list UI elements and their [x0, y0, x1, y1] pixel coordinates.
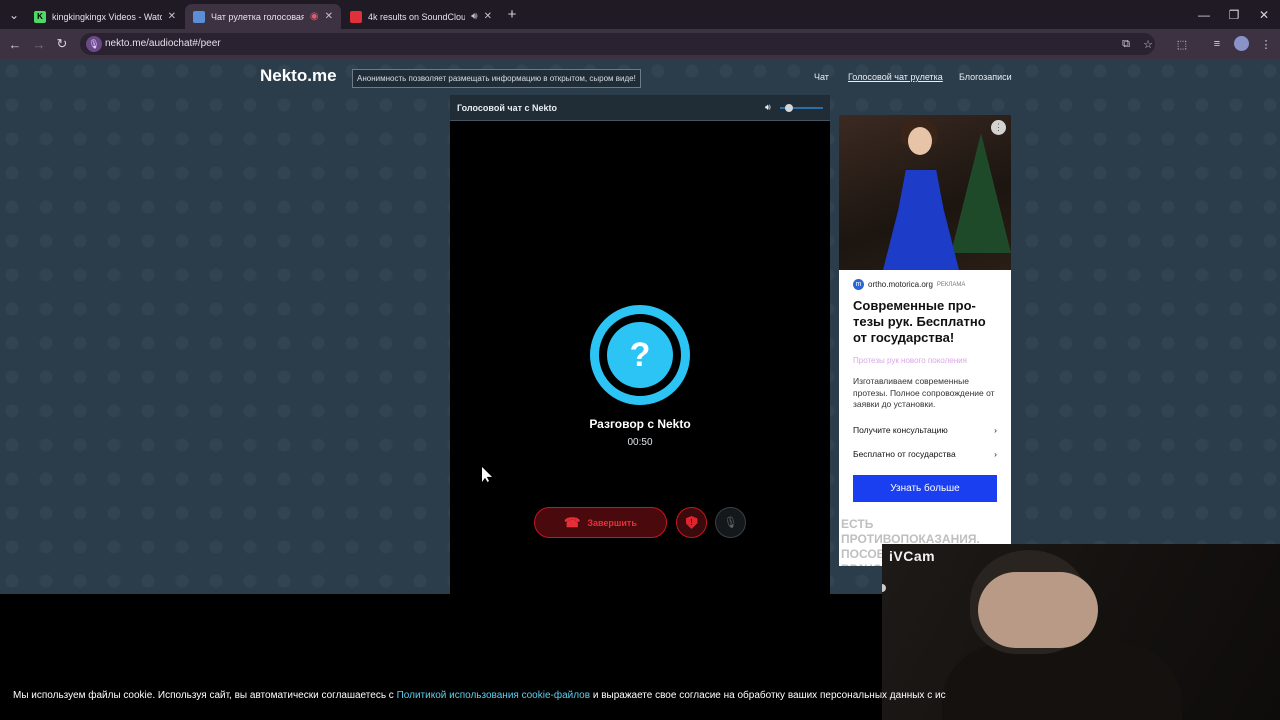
cast-icon[interactable]: ⧉	[1118, 36, 1134, 52]
nav-blog[interactable]: Блогозаписи	[959, 72, 1012, 82]
ad-image[interactable]	[839, 115, 1011, 270]
advertisement[interactable]: ⋮ m ortho.motorica.org РЕКЛАМА Современн…	[839, 115, 1011, 566]
tab-kingkingkingx[interactable]: K kingkingkingx Videos - Watch ✕	[26, 4, 184, 29]
ad-link-free[interactable]: Бесплатно от государства ›	[853, 449, 997, 459]
ad-headline[interactable]: Современные про-тезы рук. Бесплатно от г…	[853, 298, 1003, 346]
speaker-icon: 🔊︎	[471, 11, 478, 22]
cookie-policy-link[interactable]: Политикой использования cookie-файлов	[397, 690, 590, 701]
microphone-icon: 🎙︎	[723, 517, 738, 529]
cookie-text: Мы используем файлы cookie. Используя са…	[13, 690, 946, 701]
question-mark-icon: ?	[607, 322, 673, 388]
ad-tag: РЕКЛАМА	[936, 281, 966, 288]
media-controls-icon[interactable]: ≡	[1209, 36, 1225, 52]
window-close-icon[interactable]: ✕	[1256, 0, 1272, 29]
nekto-favicon-icon	[193, 10, 205, 23]
chevron-right-icon: ›	[994, 449, 997, 459]
ad-link-label: Бесплатно от государства	[853, 449, 956, 459]
ad-faded-line: Протезы рук нового поколения	[853, 356, 967, 365]
reload-icon[interactable]: ↻	[54, 36, 70, 52]
blue-dress-image	[883, 170, 959, 270]
tab-title: Чат рулетка голосовая —	[211, 11, 304, 22]
browser-toolbar: ← → ↻ 🎙︎ nekto.me/audiochat#/peer ⧉ ☆ ⬚ …	[0, 29, 1280, 59]
tab-nekto[interactable]: Чат рулетка голосовая — ◉ ✕	[185, 4, 341, 29]
cookie-text-before: Мы используем файлы cookie. Используя са…	[13, 690, 397, 701]
forward-arrow-icon[interactable]: →	[31, 36, 47, 52]
maximize-icon[interactable]: ❐	[1226, 0, 1242, 29]
back-arrow-icon[interactable]: ←	[7, 36, 23, 52]
bookmark-star-icon[interactable]: ☆	[1140, 36, 1156, 52]
person-hand-image	[978, 572, 1098, 648]
motorica-logo-icon: m	[853, 279, 864, 290]
soundcloud-favicon-icon	[350, 10, 362, 23]
profile-avatar[interactable]	[1234, 36, 1249, 51]
ad-body: Изготавливаем современные протезы. Полно…	[853, 376, 995, 409]
microphone-button[interactable]: 🎙︎	[715, 507, 746, 538]
new-tab-plus-icon[interactable]: +	[504, 0, 520, 29]
extensions-icon[interactable]: ⬚	[1174, 36, 1190, 52]
menu-dots-icon[interactable]: ⋮	[1258, 36, 1274, 52]
webcam-label: iVCam	[889, 548, 936, 564]
voice-chat-panel: Голосовой чат с Nekto 🔊︎ ? Разговор с Ne…	[450, 95, 830, 594]
chat-header: Голосовой чат с Nekto 🔊︎	[450, 95, 830, 121]
anonymity-notice: Анонимность позволяет размещать информац…	[352, 69, 641, 88]
recording-icon: ◉	[309, 11, 319, 22]
nav-voice-roulette[interactable]: Голосовой чат рулетка	[848, 72, 943, 82]
ad-source[interactable]: m ortho.motorica.org РЕКЛАМА	[853, 279, 965, 290]
close-icon[interactable]: ✕	[325, 11, 333, 22]
hang-up-phone-icon: ☎︎	[564, 514, 581, 530]
close-icon[interactable]: ✕	[484, 11, 492, 22]
ad-domain: ortho.motorica.org	[868, 280, 933, 289]
ad-link-consultation[interactable]: Получите консультацию ›	[853, 425, 997, 435]
chat-title: Голосовой чат с Nekto	[457, 103, 558, 113]
site-logo[interactable]: Nekto.me	[260, 66, 337, 86]
end-call-label: Завершить	[587, 517, 637, 528]
minimize-icon[interactable]: —	[1196, 0, 1212, 29]
tab-title: 4k results on SoundCloud	[368, 11, 466, 22]
tab-soundcloud[interactable]: 4k results on SoundCloud 🔊︎ ✕	[342, 4, 500, 29]
microphone-site-icon[interactable]: 🎙︎	[86, 36, 102, 52]
call-timer: 00:50	[627, 437, 653, 448]
peer-name: Разговор с Nekto	[589, 417, 691, 431]
person-body-image	[942, 644, 1182, 720]
tab-search-icon[interactable]: ⌄	[6, 0, 22, 29]
shield-icon: !	[685, 516, 698, 529]
nav-chat[interactable]: Чат	[814, 72, 829, 82]
report-button[interactable]: !	[676, 507, 707, 538]
end-call-button[interactable]: ☎︎ Завершить	[534, 507, 667, 538]
chevron-right-icon: ›	[994, 425, 997, 435]
overlay-dot	[882, 584, 886, 592]
address-bar[interactable]: 🎙︎ nekto.me/audiochat#/peer	[80, 33, 1155, 55]
cookie-banner: Мы используем файлы cookie. Используя са…	[0, 672, 946, 720]
cookie-text-after: и выражаете свое согласие на обработку в…	[590, 690, 946, 701]
peer-avatar: ?	[590, 305, 690, 405]
face-image	[908, 127, 932, 155]
ad-menu-dots-icon[interactable]: ⋮	[991, 120, 1006, 135]
christmas-tree-image	[951, 133, 1011, 253]
k-favicon-icon: K	[34, 10, 46, 23]
tab-title: kingkingkingx Videos - Watch	[52, 11, 162, 22]
ad-link-label: Получите консультацию	[853, 425, 948, 435]
url-text: nekto.me/audiochat#/peer	[105, 38, 221, 49]
volume-icon[interactable]: 🔊︎	[765, 102, 776, 113]
volume-slider-thumb[interactable]	[784, 104, 793, 112]
close-icon[interactable]: ✕	[168, 11, 176, 22]
browser-tab-bar: ⌄ K kingkingkingx Videos - Watch ✕ Чат р…	[0, 0, 1280, 29]
ad-cta-button[interactable]: Узнать больше	[853, 475, 997, 502]
